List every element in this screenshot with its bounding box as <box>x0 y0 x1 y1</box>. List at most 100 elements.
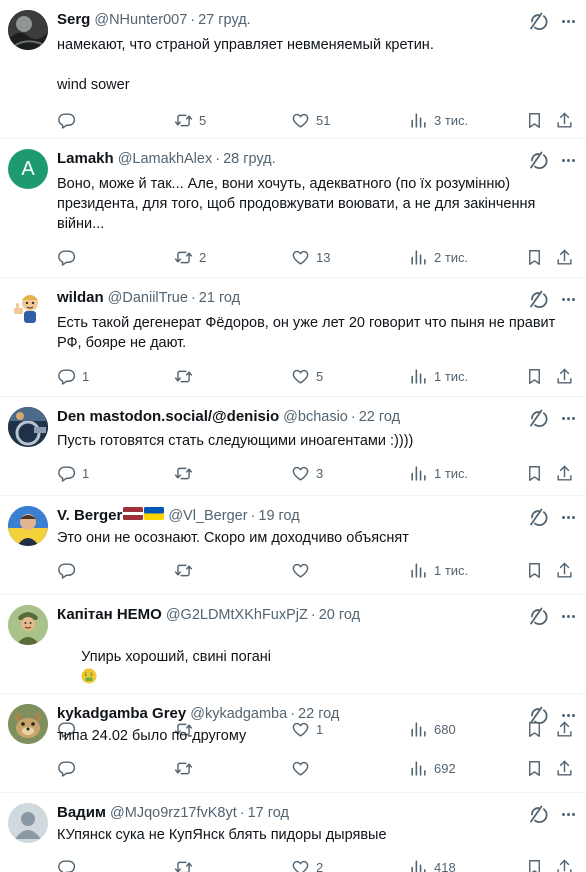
grok-icon[interactable] <box>528 289 548 309</box>
author-name[interactable]: Serg <box>57 10 90 30</box>
author-handle[interactable]: @LamakhAlex <box>118 149 213 169</box>
like-button[interactable]: 3 <box>291 464 323 483</box>
author-name[interactable]: V. Berger <box>57 506 122 526</box>
author-name[interactable]: wildan <box>57 288 104 308</box>
views-button[interactable]: 418 <box>409 858 456 872</box>
grok-icon[interactable] <box>528 408 548 428</box>
reply-post[interactable]: V. Berger @Vl_Berger · 19 год Это они не… <box>0 496 586 595</box>
reply-button[interactable] <box>57 759 82 778</box>
reply-post[interactable]: Den mastodon.social/@denisio @bchasio · … <box>0 397 586 496</box>
reply-post[interactable]: Капітан НЕМО @G2LDMtXKhFuxPjZ · 20 год У… <box>0 595 586 738</box>
share-button[interactable] <box>555 464 574 483</box>
avatar[interactable]: A <box>8 149 48 189</box>
bookmark-button[interactable] <box>525 248 544 267</box>
bookmark-button[interactable] <box>525 759 544 778</box>
author-handle[interactable]: @bchasio <box>283 407 348 427</box>
reply-post[interactable]: Вадим @MJqo9rz17fvK8yt · 17 год КУпянск … <box>0 793 586 872</box>
post-time[interactable]: 17 год <box>248 803 289 823</box>
bookmark-button[interactable] <box>525 561 544 580</box>
reply-button[interactable]: 1 <box>57 367 89 386</box>
post-time[interactable]: 22 год <box>359 407 400 427</box>
reply-post[interactable]: A Lamakh @LamakhAlex · 28 груд. Воно, мо… <box>0 139 586 278</box>
author-handle[interactable]: @NHunter007 <box>94 10 187 30</box>
post-time[interactable]: 19 год <box>258 506 299 526</box>
more-options-icon[interactable] <box>556 604 580 628</box>
avatar[interactable] <box>8 506 48 546</box>
post-time[interactable]: 27 груд. <box>198 10 251 30</box>
author-name[interactable]: Капітан НЕМО <box>57 605 162 625</box>
views-button[interactable]: 3 тис. <box>409 111 468 130</box>
repost-button[interactable] <box>174 759 199 778</box>
grok-icon[interactable] <box>528 150 548 170</box>
views-button[interactable]: 2 тис. <box>409 248 468 267</box>
share-icon <box>557 760 572 776</box>
author-handle[interactable]: @DaniilTrue <box>108 288 188 308</box>
share-button[interactable] <box>555 367 574 386</box>
repost-button[interactable]: 5 <box>174 111 206 130</box>
post-time[interactable]: 28 груд. <box>223 149 276 169</box>
avatar[interactable] <box>8 605 48 645</box>
author-name[interactable]: Den mastodon.social/@denisio <box>57 407 279 427</box>
repost-button[interactable] <box>174 367 199 386</box>
reply-button[interactable]: 1 <box>57 464 89 483</box>
like-button[interactable]: 5 <box>291 367 323 386</box>
bookmark-button[interactable] <box>525 111 544 130</box>
grok-icon[interactable] <box>528 705 548 725</box>
more-options-icon[interactable] <box>556 802 580 826</box>
reply-button[interactable] <box>57 248 82 267</box>
avatar[interactable] <box>8 803 48 843</box>
like-button[interactable]: 13 <box>291 248 330 267</box>
reply-button[interactable] <box>57 858 82 872</box>
author-handle[interactable]: @kykadgamba <box>190 704 287 724</box>
views-button[interactable]: 1 тис. <box>409 464 468 483</box>
more-options-icon[interactable] <box>556 287 580 311</box>
author-name[interactable]: Lamakh <box>57 149 114 169</box>
more-options-icon[interactable] <box>556 9 580 33</box>
post-time[interactable]: 21 год <box>199 288 240 308</box>
reply-post[interactable]: wildan @DaniilTrue · 21 год Есть такой д… <box>0 278 586 397</box>
reply-button[interactable] <box>57 561 82 580</box>
avatar[interactable] <box>8 704 48 744</box>
share-button[interactable] <box>555 858 574 872</box>
share-button[interactable] <box>555 561 574 580</box>
views-button[interactable]: 692 <box>409 759 456 778</box>
views-button[interactable]: 1 тис. <box>409 561 468 580</box>
bookmark-button[interactable] <box>525 367 544 386</box>
more-options-icon[interactable] <box>556 148 580 172</box>
author-name[interactable]: Вадим <box>57 803 106 823</box>
grok-icon[interactable] <box>528 804 548 824</box>
views-button[interactable]: 1 тис. <box>409 367 468 386</box>
grok-icon[interactable] <box>528 606 548 626</box>
bookmark-button[interactable] <box>525 858 544 872</box>
reply-button[interactable] <box>57 111 82 130</box>
grok-icon[interactable] <box>528 11 548 31</box>
repost-button[interactable] <box>174 464 199 483</box>
avatar[interactable] <box>8 288 48 328</box>
more-options-icon[interactable] <box>556 505 580 529</box>
repost-button[interactable]: 2 <box>174 248 206 267</box>
more-options-icon[interactable] <box>556 406 580 430</box>
like-button[interactable]: 51 <box>291 111 330 130</box>
author-name[interactable]: kykadgamba Grey <box>57 704 186 724</box>
author-handle[interactable]: @Vl_Berger <box>168 506 247 526</box>
repost-button[interactable] <box>174 858 199 872</box>
share-button[interactable] <box>555 111 574 130</box>
avatar[interactable] <box>8 407 48 447</box>
grok-icon[interactable] <box>528 507 548 527</box>
post-time[interactable]: 20 год <box>319 605 360 625</box>
like-button[interactable]: 2 <box>291 858 323 872</box>
post-time[interactable]: 22 год <box>298 704 339 724</box>
share-button[interactable] <box>555 759 574 778</box>
bookmark-button[interactable] <box>525 464 544 483</box>
reply-post[interactable]: kykadgamba Grey @kykadgamba · 22 год тип… <box>0 694 586 793</box>
avatar[interactable] <box>8 10 48 50</box>
share-button[interactable] <box>555 248 574 267</box>
repost-button[interactable] <box>174 561 199 580</box>
author-handle[interactable]: @G2LDMtXKhFuxPjZ <box>166 605 308 625</box>
like-button[interactable] <box>291 759 316 778</box>
like-button[interactable] <box>291 561 316 580</box>
heart-icon <box>292 860 309 872</box>
reply-post[interactable]: Serg @NHunter007 · 27 груд. намекают, чт… <box>0 0 586 139</box>
more-options-icon[interactable] <box>556 703 580 727</box>
author-handle[interactable]: @MJqo9rz17fvK8yt <box>110 803 237 823</box>
